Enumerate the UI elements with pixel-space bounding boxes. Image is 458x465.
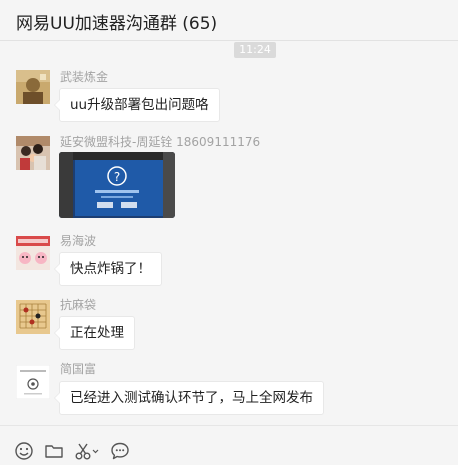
avatar[interactable] <box>16 136 50 170</box>
scissors-icon[interactable] <box>74 441 100 463</box>
svg-text:?: ? <box>114 170 120 184</box>
avatar-family-photo <box>16 136 50 170</box>
message-bubble[interactable]: 快点炸锅了！ <box>54 252 162 286</box>
sender-name: 抗麻袋 <box>60 298 97 312</box>
avatar-chess-board <box>16 300 50 334</box>
sender-name: 简国富 <box>60 362 97 376</box>
avatar[interactable] <box>16 70 50 104</box>
message-bubble[interactable]: uu升级部署包出问题咯 <box>54 88 220 122</box>
image-message[interactable]: ? <box>59 152 175 218</box>
sender-name: 延安微盟科技-周延铨 18609111176 <box>60 135 261 149</box>
timestamp-badge: 11:24 <box>234 42 276 58</box>
emoji-icon[interactable] <box>14 441 36 463</box>
avatar[interactable] <box>16 365 50 399</box>
avatar-golden-portrait <box>16 70 50 104</box>
input-toolbar <box>0 426 458 465</box>
message-bubble[interactable]: 正在处理 <box>54 316 135 350</box>
sender-name: 武装炼金 <box>60 70 109 84</box>
sender-name: 易海波 <box>60 234 97 248</box>
chat-header: 网易UU加速器沟通群 (65) <box>0 0 458 41</box>
message-bubble[interactable]: 已经进入测试确认环节了，马上全网发布 <box>54 381 324 415</box>
avatar[interactable] <box>16 300 50 334</box>
avatar[interactable] <box>16 236 50 270</box>
chat-title[interactable]: 网易UU加速器沟通群 (65) <box>16 9 217 34</box>
avatar-cartoon-characters <box>16 236 50 270</box>
chat-bubble-icon[interactable] <box>110 441 132 463</box>
avatar-company-logo <box>16 365 50 399</box>
screenshot-question-dialog: ? <box>59 152 175 218</box>
folder-icon[interactable] <box>44 441 66 463</box>
